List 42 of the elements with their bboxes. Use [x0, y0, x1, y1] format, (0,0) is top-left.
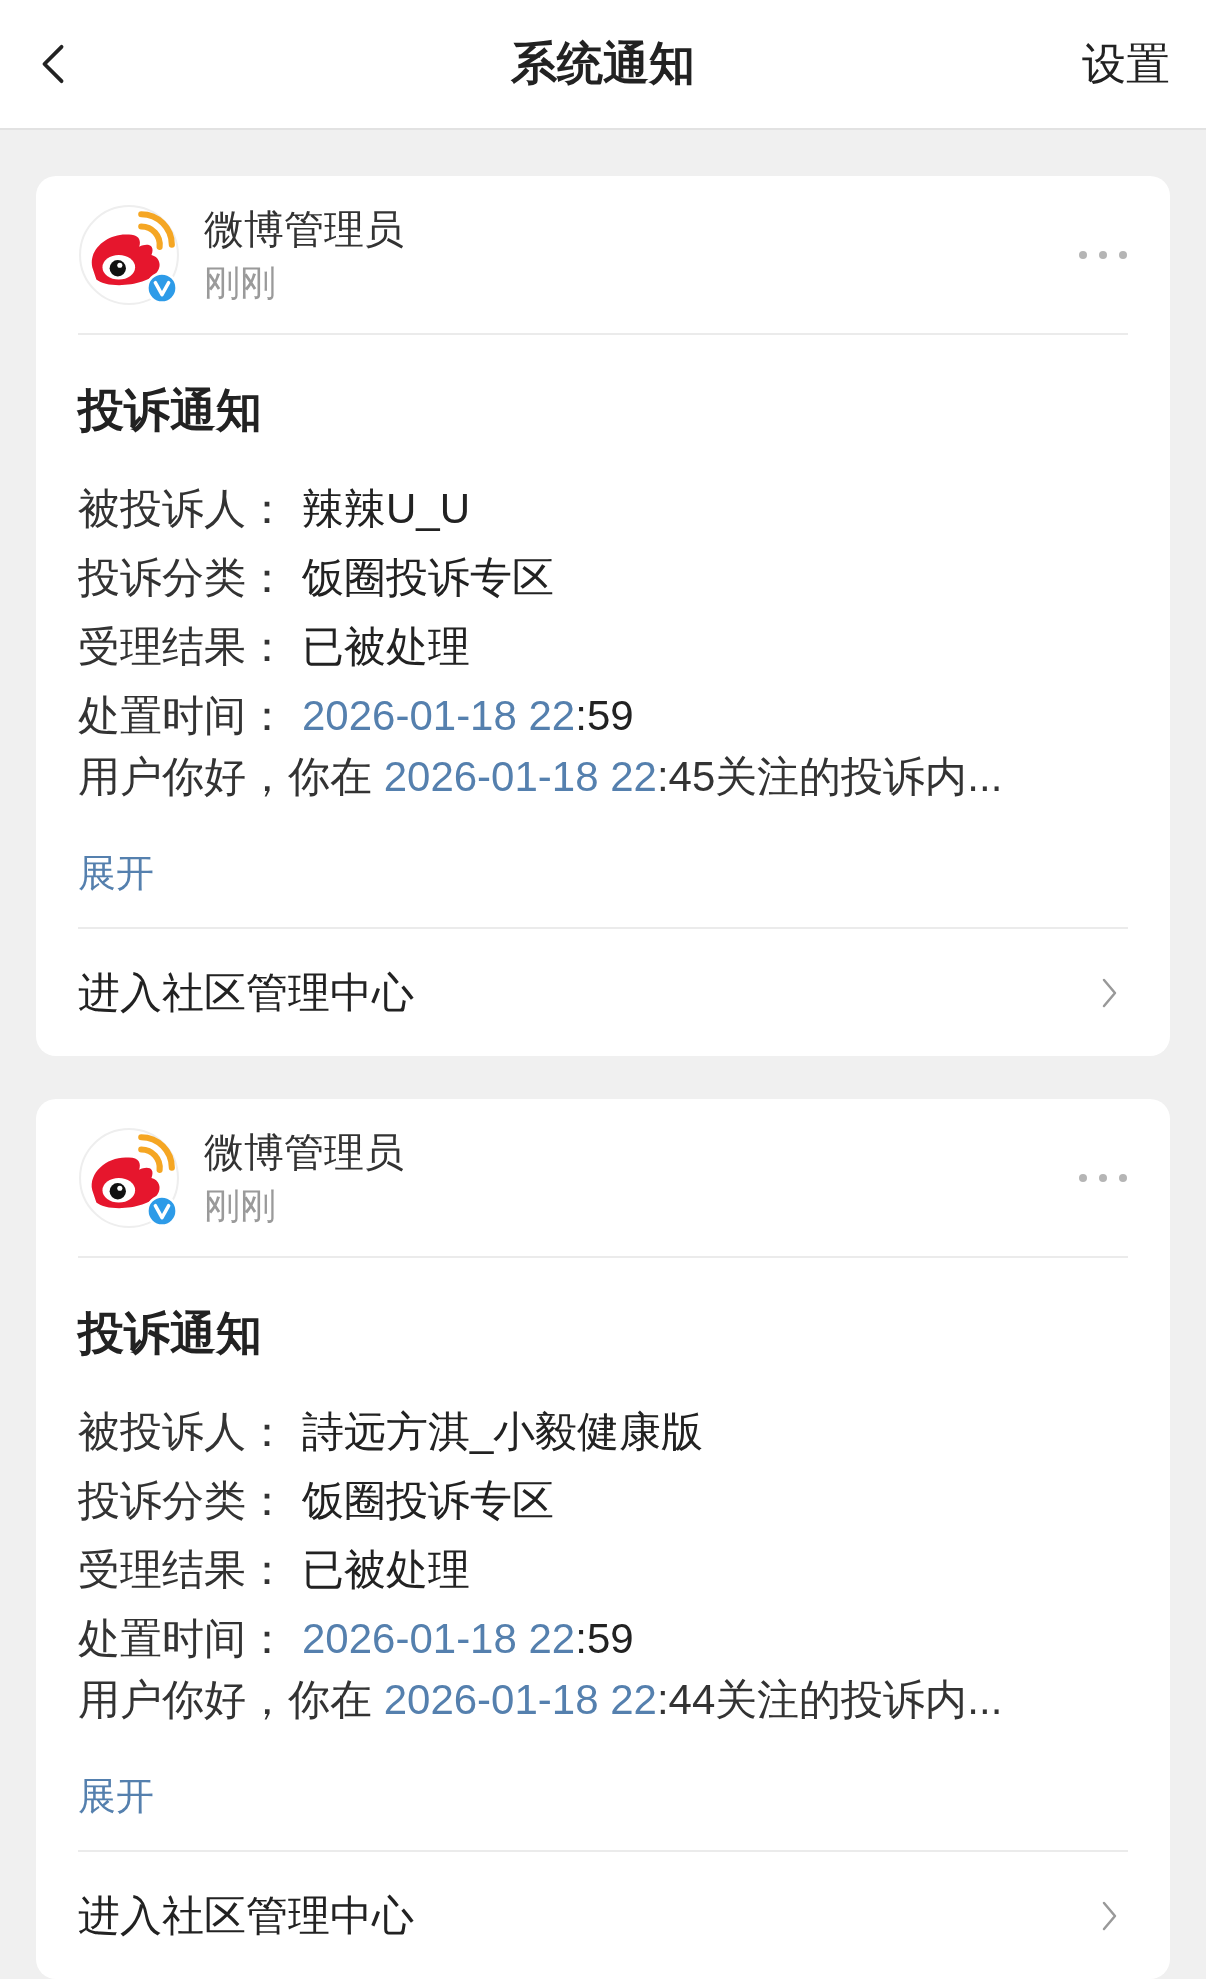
more-icon[interactable] [1078, 249, 1128, 260]
field-label: 处置时间： [78, 691, 289, 741]
field-value: 已被处理 [302, 622, 470, 672]
community-center-row[interactable]: 进入社区管理中心 [78, 929, 1128, 1056]
chevron-right-icon [1101, 1899, 1118, 1932]
field-label: 被投诉人： [78, 484, 289, 534]
field-label: 被投诉人： [78, 1407, 289, 1457]
chevron-right-icon [1101, 976, 1118, 1009]
notice-title: 投诉通知 [78, 383, 263, 438]
field-value: 已被处理 [302, 1545, 470, 1595]
page-title: 系统通知 [511, 36, 695, 91]
field-label: 受理结果： [78, 622, 289, 672]
avatar-icon [78, 1126, 180, 1229]
expand-link[interactable]: 展开 [78, 843, 154, 903]
field-label: 受理结果： [78, 1545, 289, 1595]
field-value: 饭圈投诉专区 [302, 1476, 554, 1526]
field-value: 詩远方淇_小毅健康版 [302, 1407, 704, 1457]
field-value: 饭圈投诉专区 [302, 553, 554, 603]
expand-link[interactable]: 展开 [78, 1766, 154, 1826]
avatar-icon [78, 203, 180, 306]
post-time: 刚刚 [204, 260, 277, 305]
date-link[interactable]: 2026-01-18 22 [383, 753, 657, 800]
date-link[interactable]: 2026-01-18 22 [302, 692, 576, 739]
message-text: 用户你好，你在 2026-01-18 22:44关注的投诉内... [78, 1675, 1004, 1725]
more-icon[interactable] [1078, 1172, 1128, 1183]
field-value: 辣辣U_U [302, 484, 471, 534]
post-time: 刚刚 [204, 1183, 277, 1228]
date-link[interactable]: 2026-01-18 22 [302, 1615, 576, 1662]
sender-name: 微博管理员 [204, 205, 404, 253]
message-text: 用户你好，你在 2026-01-18 22:45关注的投诉内... [78, 752, 1004, 802]
date-link[interactable]: 2026-01-18 22 [383, 1676, 657, 1723]
field-label: 处置时间： [78, 1614, 289, 1664]
community-center-link[interactable]: 进入社区管理中心 [78, 964, 414, 1021]
settings-link[interactable]: 设置 [1082, 34, 1170, 94]
field-value: 2026-01-18 22:59 [302, 1614, 634, 1664]
community-center-link[interactable]: 进入社区管理中心 [78, 1887, 414, 1944]
community-center-row[interactable]: 进入社区管理中心 [78, 1852, 1128, 1979]
field-value: 2026-01-18 22:59 [302, 691, 634, 741]
field-label: 投诉分类： [78, 553, 289, 603]
field-label: 投诉分类： [78, 1476, 289, 1526]
sender-name: 微博管理员 [204, 1128, 404, 1176]
notice-title: 投诉通知 [78, 1306, 263, 1361]
